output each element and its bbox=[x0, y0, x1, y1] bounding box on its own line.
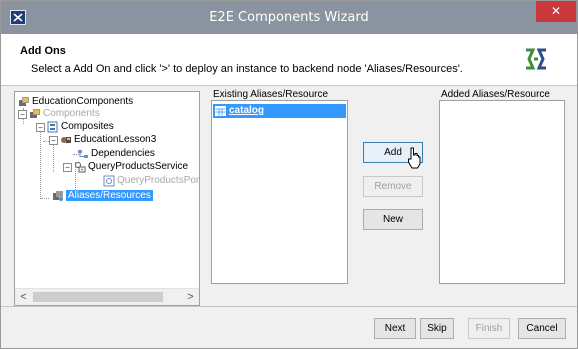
collapse-icon[interactable]: − bbox=[18, 109, 27, 119]
mouse-cursor-icon bbox=[406, 147, 422, 169]
tree-node-aliases-resources[interactable]: Aliases/Resources bbox=[52, 189, 153, 203]
collapse-icon[interactable]: − bbox=[36, 122, 45, 132]
new-button[interactable]: New bbox=[363, 209, 423, 230]
tree-node-query-products-port[interactable]: QueryProductsPortT bbox=[103, 174, 199, 188]
page-title: Add Ons bbox=[20, 45, 66, 57]
tree-node-query-products-service[interactable]: − QueryProductsService bbox=[63, 160, 188, 174]
tree-node-dependencies[interactable]: Dependencies bbox=[77, 147, 155, 161]
title-bar[interactable]: E2E Components Wizard ✕ bbox=[1, 1, 577, 34]
package-icon bbox=[29, 108, 41, 120]
tree-node-composites[interactable]: − Composites bbox=[36, 120, 114, 134]
wizard-window: E2E Components Wizard ✕ Add Ons Select a… bbox=[0, 0, 578, 349]
cancel-button[interactable]: Cancel bbox=[518, 318, 566, 339]
scroll-right-icon[interactable]: > bbox=[182, 289, 199, 305]
close-button[interactable]: ✕ bbox=[536, 1, 576, 22]
close-icon: ✕ bbox=[550, 4, 562, 18]
page-description: Select a Add On and click '>' to deploy … bbox=[31, 63, 463, 75]
tree-connector bbox=[40, 128, 41, 199]
port-icon bbox=[103, 175, 115, 187]
service-icon bbox=[74, 161, 86, 173]
lesson-icon bbox=[60, 134, 72, 146]
component-tree-panel[interactable]: EducationComponents − Components − Compo… bbox=[14, 91, 200, 306]
table-icon bbox=[215, 106, 226, 116]
added-list-label: Added Aliases/Resource bbox=[441, 89, 550, 100]
tree-node-label: EducationComponents bbox=[32, 96, 134, 107]
tree-node-label: Components bbox=[43, 108, 100, 119]
remove-button[interactable]: Remove bbox=[363, 176, 423, 197]
component-tree[interactable]: EducationComponents − Components − Compo… bbox=[15, 92, 199, 288]
scroll-left-icon[interactable]: < bbox=[15, 289, 32, 305]
next-button[interactable]: Next bbox=[374, 318, 416, 339]
collapse-icon[interactable]: − bbox=[63, 162, 72, 172]
tree-node-label: QueryProductsPortT bbox=[117, 175, 199, 186]
window-title: E2E Components Wizard bbox=[209, 10, 369, 25]
dependency-icon bbox=[77, 148, 89, 160]
collapse-icon[interactable]: − bbox=[49, 135, 58, 145]
wizard-header: Add Ons Select a Add On and click '>' to… bbox=[1, 34, 577, 86]
tree-node-education-lesson3[interactable]: − EducationLesson3 bbox=[49, 133, 156, 147]
tree-node-label: EducationLesson3 bbox=[74, 134, 157, 145]
list-item[interactable]: catalog bbox=[213, 104, 346, 118]
list-item-label: catalog bbox=[229, 105, 265, 116]
tree-horizontal-scrollbar[interactable]: < > bbox=[15, 288, 199, 305]
tree-connector bbox=[41, 198, 49, 199]
tree-node-label: QueryProductsService bbox=[88, 161, 189, 172]
added-aliases-list[interactable] bbox=[439, 100, 565, 284]
tree-node-components[interactable]: − Components bbox=[18, 107, 100, 121]
composite-icon bbox=[47, 121, 59, 133]
scrollbar-thumb[interactable] bbox=[33, 292, 163, 302]
existing-aliases-list[interactable]: catalog bbox=[211, 100, 348, 284]
tree-node-label: Dependencies bbox=[91, 148, 155, 159]
existing-list-label: Existing Aliases/Resource bbox=[213, 89, 329, 100]
tree-node-label: Composites bbox=[61, 121, 114, 132]
resources-icon bbox=[52, 190, 64, 202]
tree-node-label: Aliases/Resources bbox=[66, 190, 153, 201]
e2e-brand-logo-icon bbox=[524, 47, 548, 71]
skip-button[interactable]: Skip bbox=[420, 318, 454, 339]
finish-button[interactable]: Finish bbox=[468, 318, 510, 339]
